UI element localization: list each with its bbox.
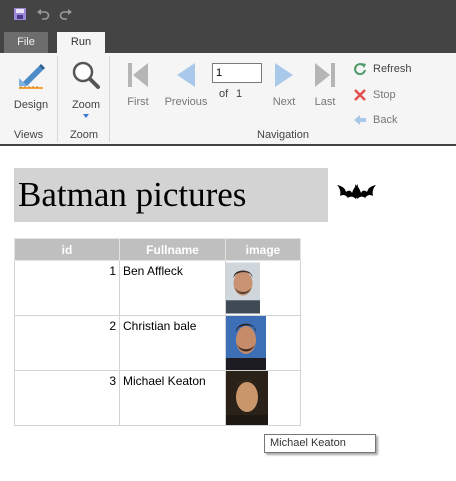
tab-file[interactable]: File [4, 32, 48, 53]
tooltip: Michael Keaton [264, 434, 376, 453]
tab-row: File Run [0, 30, 456, 53]
ribbon-border [0, 144, 456, 146]
first-label: First [127, 96, 149, 108]
bat-logo-icon [337, 184, 376, 199]
cell-fullname: Ben Affleck [119, 260, 226, 316]
next-label: Next [272, 96, 296, 108]
back-button[interactable]: Back [353, 112, 413, 128]
portrait-image [226, 316, 266, 370]
page-number-input[interactable]: 1 [212, 63, 262, 83]
views-group-label: Views [13, 129, 44, 141]
ribbon: Design Views Zoom Zoom First Previous 1 … [0, 53, 456, 144]
cell-id: 3 [14, 370, 120, 426]
portrait-image [226, 371, 268, 425]
last-button[interactable]: Last [310, 61, 340, 108]
first-button[interactable]: First [120, 61, 156, 108]
cell-image [225, 260, 301, 316]
column-header-fullname: Fullname [119, 238, 226, 261]
cell-fullname: Michael Keaton [119, 370, 226, 426]
of-label: of [219, 88, 229, 100]
column-header-id: id [14, 238, 120, 261]
magnifier-icon [72, 61, 100, 89]
design-label: Design [13, 99, 49, 111]
cell-id: 1 [14, 260, 120, 316]
back-arrow-icon [354, 115, 366, 125]
stop-icon [354, 89, 366, 101]
column-header-image: image [225, 238, 301, 261]
stop-label: Stop [373, 89, 396, 101]
cell-image [225, 370, 301, 426]
report-table: id Fullname image 1 Ben Affleck 2 Christ… [14, 238, 301, 426]
chevron-down-icon [83, 114, 89, 118]
table-row: 1 Ben Affleck [14, 260, 301, 316]
refresh-icon [354, 63, 366, 76]
stop-button[interactable]: Stop [353, 87, 413, 103]
cell-image [225, 315, 301, 371]
table-row: 3 Michael Keaton [14, 370, 301, 426]
cell-fullname: Christian bale [119, 315, 226, 371]
zoom-button[interactable]: Zoom [64, 59, 108, 118]
tab-run[interactable]: Run [57, 32, 105, 53]
portrait-image [226, 262, 260, 314]
cell-id: 2 [14, 315, 120, 371]
refresh-button[interactable]: Refresh [353, 61, 433, 77]
last-label: Last [314, 96, 336, 108]
next-page-icon [275, 63, 293, 87]
navigation-group-label: Navigation [257, 129, 309, 141]
page-total: 1 [236, 88, 243, 100]
design-icon [19, 64, 45, 89]
report-title: Batman pictures [14, 168, 328, 222]
previous-page-icon [177, 63, 195, 87]
zoom-label: Zoom [71, 99, 101, 111]
back-label: Back [373, 114, 398, 126]
last-page-icon [315, 63, 335, 87]
first-page-icon [128, 63, 148, 87]
zoom-group-label: Zoom [69, 129, 99, 141]
design-button[interactable]: Design [8, 59, 54, 111]
table-row: 2 Christian bale [14, 315, 301, 371]
next-button[interactable]: Next [269, 61, 299, 108]
save-icon[interactable] [12, 6, 28, 22]
redo-icon[interactable] [58, 6, 74, 22]
table-header-row: id Fullname image [14, 238, 301, 261]
previous-label: Previous [164, 96, 208, 108]
refresh-label: Refresh [373, 63, 412, 75]
previous-button[interactable]: Previous [162, 61, 210, 108]
title-bar [0, 0, 456, 30]
undo-icon[interactable] [35, 6, 51, 22]
